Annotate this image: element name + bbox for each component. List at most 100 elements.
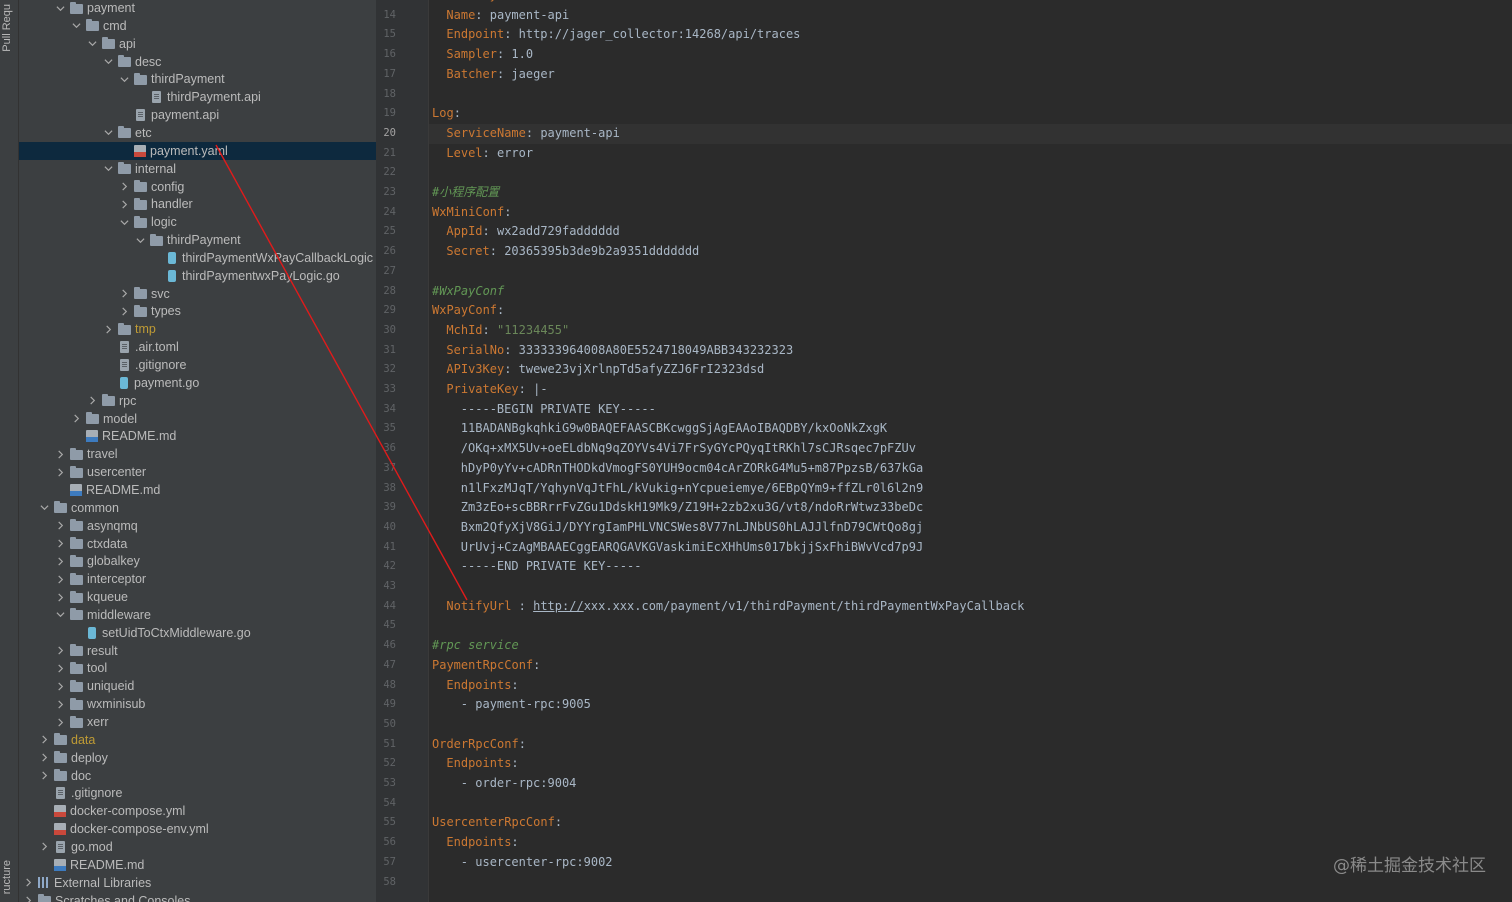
tree-folder-item[interactable]: doc	[19, 767, 376, 785]
url-link[interactable]: http://	[533, 599, 584, 613]
tree-folder-item[interactable]: wxminisub	[19, 695, 376, 713]
tree-folder-item[interactable]: desc	[19, 53, 376, 71]
line-number[interactable]: 41	[376, 538, 396, 558]
chevron-right-icon[interactable]	[54, 463, 66, 481]
tree-folder-item[interactable]: kqueue	[19, 588, 376, 606]
tree-folder-item[interactable]: uniqueid	[19, 677, 376, 695]
tree-folder-item[interactable]: rpc	[19, 392, 376, 410]
chevron-down-icon[interactable]	[118, 213, 130, 231]
chevron-right-icon[interactable]	[38, 838, 50, 856]
chevron-right-icon[interactable]	[70, 410, 82, 428]
code-line[interactable]: Endpoint: http://jager_collector:14268/a…	[446, 25, 800, 45]
line-number[interactable]: 45	[376, 616, 396, 636]
tree-folder-item[interactable]: usercenter	[19, 463, 376, 481]
tree-file-item[interactable]: go.mod	[19, 838, 376, 856]
chevron-right-icon[interactable]	[54, 659, 66, 677]
line-number[interactable]: 37	[376, 459, 396, 479]
code-line[interactable]: Endpoints:	[446, 833, 518, 853]
tree-folder-item[interactable]: data	[19, 731, 376, 749]
tree-folder-item[interactable]: tool	[19, 659, 376, 677]
tree-folder-item[interactable]: internal	[19, 160, 376, 178]
line-number[interactable]: 30	[376, 321, 396, 341]
tree-file-item[interactable]: thirdPaymentWxPayCallbackLogic	[19, 249, 376, 267]
line-number[interactable]: 29	[376, 301, 396, 321]
chevron-down-icon[interactable]	[70, 17, 82, 35]
code-line[interactable]: SerialNo: 333333964008A80E5524718049ABB3…	[446, 341, 793, 361]
tree-file-item[interactable]: .air.toml	[19, 338, 376, 356]
tree-file-item[interactable]: payment.go	[19, 374, 376, 392]
code-line[interactable]: AppId: wx2add729fadddddd	[446, 222, 619, 242]
tree-folder-item[interactable]: middleware	[19, 606, 376, 624]
code-line[interactable]: n1lFxzMJqT/YqhynVqJtFhL/kVukig+nYcpueiem…	[461, 479, 923, 499]
tree-folder-item[interactable]: svc	[19, 285, 376, 303]
tree-folder-item[interactable]: config	[19, 178, 376, 196]
tree-file-item[interactable]: .gitignore	[19, 784, 376, 802]
code-line[interactable]: Log:	[432, 104, 461, 124]
code-line[interactable]: -----END PRIVATE KEY-----	[461, 557, 642, 577]
line-number[interactable]: 14	[376, 6, 396, 26]
chevron-right-icon[interactable]	[54, 552, 66, 570]
line-number[interactable]: 38	[376, 479, 396, 499]
line-number[interactable]: 52	[376, 754, 396, 774]
code-line[interactable]: UsercenterRpcConf:	[432, 813, 562, 833]
tree-file-item[interactable]: thirdPaymentwxPayLogic.go	[19, 267, 376, 285]
code-line[interactable]: /OKq+xMX5Uv+oeELdbNq9qZOYVs4Vi7FrSyGYcPQ…	[461, 439, 916, 459]
tree-folder-item[interactable]: ctxdata	[19, 535, 376, 553]
tree-folder-item[interactable]: deploy	[19, 749, 376, 767]
tree-folder-item[interactable]: travel	[19, 445, 376, 463]
line-number[interactable]: 56	[376, 833, 396, 853]
line-number[interactable]: 58	[376, 873, 396, 893]
chevron-right-icon[interactable]	[54, 713, 66, 731]
line-number[interactable]: 51	[376, 735, 396, 755]
chevron-right-icon[interactable]	[54, 677, 66, 695]
tree-folder-item[interactable]: xerr	[19, 713, 376, 731]
code-line[interactable]: hDyP0yYv+cADRnTHODkdVmogFS0YUH9ocm04cArZ…	[461, 459, 923, 479]
tree-file-item[interactable]: docker-compose-env.yml	[19, 820, 376, 838]
chevron-down-icon[interactable]	[134, 231, 146, 249]
code-line[interactable]: Name: payment-api	[446, 6, 569, 26]
line-number[interactable]: 53	[376, 774, 396, 794]
chevron-right-icon[interactable]	[54, 517, 66, 535]
code-line[interactable]: Endpoints:	[446, 754, 518, 774]
tree-file-item[interactable]: thirdPayment.api	[19, 88, 376, 106]
line-number[interactable]: 19	[376, 104, 396, 124]
tree-file-item[interactable]: External Libraries	[19, 874, 376, 892]
tree-file-item[interactable]: payment.yaml	[19, 141, 376, 160]
line-number[interactable]: 50	[376, 715, 396, 735]
code-line[interactable]: UrUvj+CzAgMBAAECggEARQGAVKGVaskimiEcXHhU…	[461, 538, 923, 558]
tree-file-item[interactable]: README.md	[19, 427, 376, 445]
chevron-down-icon[interactable]	[38, 499, 50, 517]
structure-tab[interactable]: ructure	[1, 860, 13, 894]
chevron-right-icon[interactable]	[102, 320, 114, 338]
code-line[interactable]: WxPayConf:	[432, 301, 504, 321]
chevron-right-icon[interactable]	[86, 392, 98, 410]
chevron-down-icon[interactable]	[54, 606, 66, 624]
chevron-right-icon[interactable]	[54, 445, 66, 463]
project-tree[interactable]: payment cmd api desc thirdPayment thirdPaymen…	[19, 0, 376, 902]
code-line[interactable]: Zm3zEo+scBBRrrFvZGu1DdskH19Mk9/Z19H+2zb2…	[461, 498, 923, 518]
code-line[interactable]: Batcher: jaeger	[446, 65, 554, 85]
code-line[interactable]: PaymentRpcConf:	[432, 656, 540, 676]
code-line[interactable]: OrderRpcConf:	[432, 735, 526, 755]
chevron-right-icon[interactable]	[118, 195, 130, 213]
chevron-down-icon[interactable]	[86, 35, 98, 53]
line-number[interactable]: 24	[376, 203, 396, 223]
code-line[interactable]: - payment-rpc:9005	[461, 695, 591, 715]
line-number[interactable]: 39	[376, 498, 396, 518]
tree-file-item[interactable]: setUidToCtxMiddleware.go	[19, 624, 376, 642]
line-number[interactable]: 36	[376, 439, 396, 459]
code-line[interactable]: #小程序配置	[432, 183, 499, 203]
chevron-right-icon[interactable]	[54, 535, 66, 553]
chevron-down-icon[interactable]	[102, 53, 114, 71]
tree-file-item[interactable]: README.md	[19, 481, 376, 499]
code-line[interactable]: PrivateKey: |-	[446, 380, 547, 400]
chevron-right-icon[interactable]	[54, 695, 66, 713]
code-line[interactable]: 11BADANBgkqhkiG9w0BAQEFAASCBKcwggSjAgEAA…	[461, 419, 887, 439]
pull-requests-tab[interactable]: Pull Requ	[1, 4, 13, 52]
tree-folder-item[interactable]: globalkey	[19, 552, 376, 570]
line-number[interactable]: 15	[376, 25, 396, 45]
chevron-right-icon[interactable]	[118, 302, 130, 320]
chevron-right-icon[interactable]	[118, 178, 130, 196]
chevron-right-icon[interactable]	[54, 570, 66, 588]
tree-folder-item[interactable]: model	[19, 410, 376, 428]
